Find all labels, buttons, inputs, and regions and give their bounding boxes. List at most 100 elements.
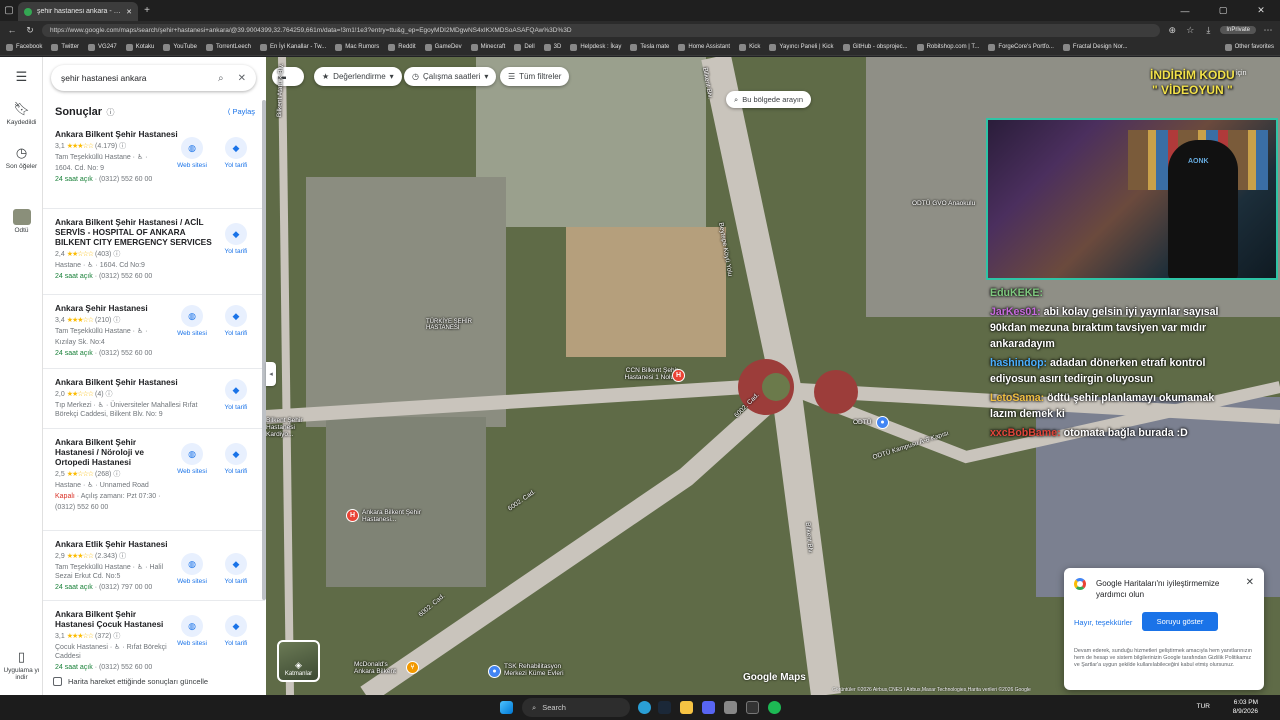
all-filters-chip[interactable]: ☰ Tüm filtreler bbox=[500, 67, 570, 86]
website-button[interactable]: ◍ Web sitesi bbox=[175, 305, 209, 337]
bookmark-item[interactable]: En İyi Kanallar - Tw... bbox=[260, 43, 326, 51]
new-tab-icon[interactable]: + bbox=[138, 5, 156, 16]
bookmark-item[interactable]: TorrentLeech bbox=[205, 43, 251, 51]
download-icon[interactable]: ⤓ bbox=[1202, 25, 1214, 36]
spotify-icon[interactable] bbox=[768, 701, 781, 714]
rating-filter-chip[interactable]: ★ Değerlendirme ▾ bbox=[314, 67, 402, 86]
search-box[interactable]: şehir hastanesi ankara ⌕ ✕ bbox=[51, 65, 256, 91]
favorite-star-icon[interactable]: ☆ bbox=[1184, 25, 1196, 36]
survey-decline-button[interactable]: Hayır, teşekkürler bbox=[1074, 618, 1132, 627]
rail-recent[interactable]: ◷ Son öğeler bbox=[0, 145, 43, 170]
result-name[interactable]: Ankara Şehir Hastanesi bbox=[55, 303, 180, 313]
bookmark-item[interactable]: Dell bbox=[514, 43, 535, 51]
website-button[interactable]: ◍ Web sitesi bbox=[175, 615, 209, 647]
steam-icon[interactable] bbox=[658, 701, 671, 714]
place-pin-icon[interactable]: ● bbox=[488, 665, 501, 678]
survey-show-button[interactable]: Soruyu göster bbox=[1142, 612, 1218, 631]
hours-filter-chip[interactable]: ◷ Çalışma saatleri ▾ bbox=[404, 67, 497, 86]
url-field[interactable]: https://www.google.com/maps/search/şehir… bbox=[42, 23, 1161, 37]
update-on-move-checkbox[interactable]: Harita hareket ettiğinde sonuçları günce… bbox=[53, 677, 208, 686]
bookmark-item[interactable]: 3D bbox=[543, 43, 561, 51]
search-this-area-button[interactable]: ⌕ Bu bölgede arayın bbox=[726, 91, 812, 108]
result-name[interactable]: Ankara Bilkent Şehir Hastanesi / ACİL SE… bbox=[55, 217, 215, 247]
result-item[interactable]: Ankara Bilkent Şehir Hastanesi / Nöroloj… bbox=[43, 429, 265, 531]
info-icon[interactable]: ⓘ bbox=[106, 391, 113, 398]
collapse-panel-button[interactable]: ◂ bbox=[266, 362, 276, 386]
rail-recent-place[interactable]: Odtü bbox=[0, 209, 43, 234]
app-icon[interactable] bbox=[724, 701, 737, 714]
edge-icon[interactable] bbox=[638, 701, 651, 714]
directions-button[interactable]: ◆ Yol tarifi bbox=[219, 379, 253, 411]
close-icon[interactable]: ✕ bbox=[1246, 577, 1254, 588]
windows-start-icon[interactable] bbox=[500, 701, 513, 714]
directions-button[interactable]: ◆ Yol tarifi bbox=[219, 223, 253, 255]
window-close-icon[interactable]: ✕ bbox=[1242, 0, 1280, 21]
result-name[interactable]: Ankara Bilkent Şehir Hastanesi / Nöroloj… bbox=[55, 437, 165, 467]
layers-button[interactable]: ◈ Katmanlar bbox=[277, 640, 320, 682]
hospital-pin-icon[interactable]: H bbox=[672, 369, 685, 382]
bookmark-item[interactable]: Twitter bbox=[51, 43, 79, 51]
browser-tab[interactable]: şehir hastanesi ankara - Google Ha ✕ bbox=[18, 2, 138, 21]
taskbar-search[interactable]: ⌕ Search bbox=[522, 698, 630, 717]
maximize-icon[interactable]: ▢ bbox=[1204, 0, 1242, 21]
refresh-icon[interactable]: ↻ bbox=[24, 25, 36, 36]
bookmark-item[interactable]: Reddit bbox=[388, 43, 416, 51]
hospital-pin-icon[interactable]: H bbox=[346, 509, 359, 522]
other-favorites[interactable]: Other favorites bbox=[1224, 43, 1274, 51]
info-icon[interactable]: ⓘ bbox=[119, 143, 126, 150]
result-item[interactable]: Ankara Şehir Hastanesi 3,4 ★★★☆☆ (210) ⓘ… bbox=[43, 295, 265, 369]
info-icon[interactable]: ⓘ bbox=[113, 471, 120, 478]
language-indicator[interactable]: TUR bbox=[1197, 703, 1210, 710]
system-clock[interactable]: 6:03 PM 8/9/2026 bbox=[1233, 698, 1258, 716]
tab-close-icon[interactable]: ✕ bbox=[126, 8, 132, 16]
directions-button[interactable]: ◆ Yol tarifi bbox=[219, 137, 253, 169]
bookmark-item[interactable]: Kotaku bbox=[125, 43, 154, 51]
result-item[interactable]: Ankara Bilkent Şehir Hastanesi / ACİL SE… bbox=[43, 209, 265, 295]
bookmark-item[interactable]: GitHub - obsprojec... bbox=[842, 43, 908, 51]
bookmark-item[interactable]: Home Assistant bbox=[678, 43, 730, 51]
result-name[interactable]: Ankara Etlik Şehir Hastanesi bbox=[55, 539, 215, 549]
result-item[interactable]: Ankara Bilkent Şehir Hastanesi Çocuk Has… bbox=[43, 601, 265, 675]
bookmark-item[interactable]: Helpdesk : İkay bbox=[570, 43, 621, 51]
bookmark-item[interactable]: YouTube bbox=[163, 43, 197, 51]
back-icon[interactable]: ← bbox=[6, 25, 18, 35]
info-icon[interactable]: ⓘ bbox=[119, 553, 126, 560]
bookmark-item[interactable]: Facebook bbox=[6, 43, 42, 51]
checkbox-icon[interactable] bbox=[53, 677, 62, 686]
directions-button[interactable]: ◆ Yol tarifi bbox=[219, 443, 253, 475]
directions-button[interactable]: ◆ Yol tarifi bbox=[219, 615, 253, 647]
info-icon[interactable]: ⓘ bbox=[113, 317, 120, 324]
menu-button[interactable]: ☰ bbox=[0, 69, 43, 87]
more-menu-icon[interactable]: ⋯ bbox=[1262, 25, 1274, 36]
tab-menu-icon[interactable]: ▢ bbox=[0, 5, 18, 16]
clear-search-icon[interactable]: ✕ bbox=[238, 73, 246, 84]
file-explorer-icon[interactable] bbox=[680, 701, 693, 714]
website-button[interactable]: ◍ Web sitesi bbox=[175, 553, 209, 585]
bookmark-item[interactable]: Kick bbox=[739, 43, 760, 51]
bookmark-item[interactable]: Mac Rumors bbox=[335, 43, 379, 51]
minimize-icon[interactable]: — bbox=[1166, 0, 1204, 21]
search-icon[interactable]: ⌕ bbox=[218, 73, 224, 84]
place-pin-icon[interactable]: ● bbox=[876, 416, 889, 429]
result-name[interactable]: Ankara Bilkent Şehir Hastanesi Çocuk Has… bbox=[55, 609, 175, 629]
rail-get-app[interactable]: ▯ Uygulama yı indir bbox=[0, 649, 43, 681]
zoom-icon[interactable]: ⊕ bbox=[1166, 25, 1178, 36]
result-item[interactable]: Ankara Bilkent Şehir Hastanesi 3,1 ★★★☆☆… bbox=[43, 129, 265, 209]
share-button[interactable]: ⟨ Paylaş bbox=[227, 107, 255, 116]
bookmark-item[interactable]: Fractal Design Nor... bbox=[1062, 43, 1128, 51]
search-input[interactable]: şehir hastanesi ankara bbox=[61, 73, 204, 83]
bookmark-item[interactable]: Yayıncı Paneli | Kick bbox=[769, 43, 834, 51]
bookmark-item[interactable]: Minecraft bbox=[470, 43, 505, 51]
app-icon[interactable] bbox=[746, 701, 759, 714]
directions-button[interactable]: ◆ Yol tarifi bbox=[219, 305, 253, 337]
discord-icon[interactable] bbox=[702, 701, 715, 714]
info-icon[interactable]: ⓘ bbox=[113, 633, 120, 640]
result-name[interactable]: Ankara Bilkent Şehir Hastanesi bbox=[55, 129, 180, 139]
website-button[interactable]: ◍ Web sitesi bbox=[175, 137, 209, 169]
website-button[interactable]: ◍ Web sitesi bbox=[175, 443, 209, 475]
bookmark-item[interactable]: Tesla mate bbox=[630, 43, 669, 51]
info-icon[interactable]: ⓘ bbox=[107, 108, 115, 117]
rail-saved[interactable]: 🔖︎ Kaydedildi bbox=[0, 101, 43, 126]
result-item[interactable]: Ankara Etlik Şehir Hastanesi 2,9 ★★★☆☆ (… bbox=[43, 531, 265, 601]
result-name[interactable]: Ankara Bilkent Şehir Hastanesi bbox=[55, 377, 180, 387]
